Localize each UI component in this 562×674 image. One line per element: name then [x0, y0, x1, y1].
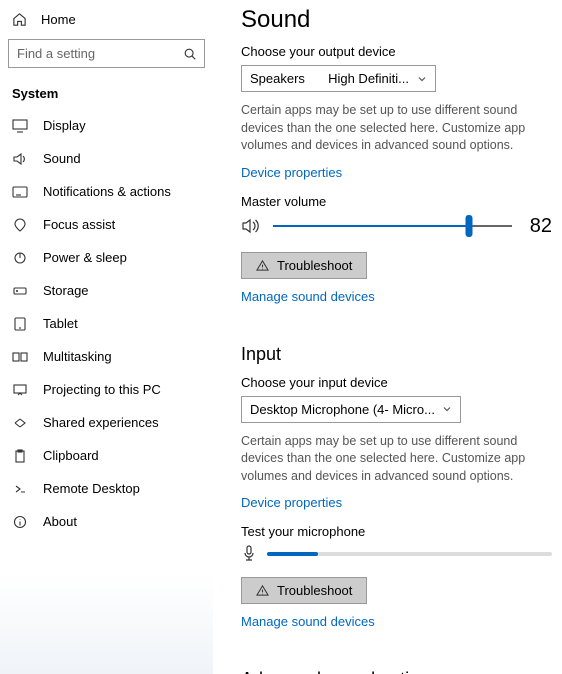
shared-icon — [12, 416, 28, 430]
home-icon — [12, 12, 27, 27]
sidebar: Home System Display Sound Notifications … — [0, 0, 213, 674]
chevron-down-icon — [442, 404, 452, 414]
input-troubleshoot-button[interactable]: Troubleshoot — [241, 577, 367, 604]
input-device-properties-link[interactable]: Device properties — [241, 495, 342, 510]
sidebar-item-about[interactable]: About — [8, 505, 205, 538]
sidebar-item-label: Sound — [43, 151, 81, 166]
sound-icon — [12, 152, 28, 166]
output-troubleshoot-button[interactable]: Troubleshoot — [241, 252, 367, 279]
clipboard-icon — [12, 449, 28, 463]
about-icon — [12, 515, 28, 529]
sidebar-item-power-sleep[interactable]: Power & sleep — [8, 241, 205, 274]
sidebar-item-label: Projecting to this PC — [43, 382, 161, 397]
search-input[interactable] — [8, 39, 205, 68]
input-choose-label: Choose your input device — [241, 375, 552, 390]
page-title: Sound — [241, 6, 552, 34]
button-label: Troubleshoot — [277, 583, 352, 598]
input-manage-link[interactable]: Manage sound devices — [241, 614, 375, 629]
sidebar-item-label: Shared experiences — [43, 415, 159, 430]
sidebar-item-label: Storage — [43, 283, 89, 298]
content-pane: Sound Choose your output device Speakers… — [213, 0, 562, 674]
master-volume-slider[interactable] — [273, 225, 512, 227]
input-description: Certain apps may be set up to use differ… — [241, 433, 552, 486]
output-choose-label: Choose your output device — [241, 44, 552, 59]
warning-icon — [256, 259, 269, 272]
sidebar-item-shared-experiences[interactable]: Shared experiences — [8, 406, 205, 439]
power-icon — [12, 251, 28, 265]
home-label: Home — [41, 12, 76, 27]
output-device-dropdown[interactable]: Speakers High Definiti... — [241, 65, 436, 92]
sidebar-item-display[interactable]: Display — [8, 109, 205, 142]
warning-icon — [256, 584, 269, 597]
projecting-icon — [12, 383, 28, 397]
sidebar-item-label: Tablet — [43, 316, 78, 331]
output-device-secondary: High Definiti... — [328, 71, 409, 86]
sidebar-item-multitasking[interactable]: Multitasking — [8, 340, 205, 373]
sidebar-item-remote-desktop[interactable]: Remote Desktop — [8, 472, 205, 505]
advanced-heading: Advanced sound options — [241, 669, 552, 674]
chevron-down-icon — [417, 74, 427, 84]
sidebar-item-label: Focus assist — [43, 217, 115, 232]
microphone-icon — [241, 545, 257, 563]
input-heading: Input — [241, 344, 552, 365]
sidebar-item-storage[interactable]: Storage — [8, 274, 205, 307]
sidebar-item-clipboard[interactable]: Clipboard — [8, 439, 205, 472]
sidebar-item-tablet[interactable]: Tablet — [8, 307, 205, 340]
master-volume-label: Master volume — [241, 194, 552, 209]
sidebar-item-projecting[interactable]: Projecting to this PC — [8, 373, 205, 406]
sidebar-section-header: System — [8, 82, 205, 109]
multitasking-icon — [12, 350, 28, 364]
focus-assist-icon — [12, 218, 28, 232]
remote-desktop-icon — [12, 482, 28, 496]
output-description: Certain apps may be set up to use differ… — [241, 102, 552, 155]
sidebar-item-label: Multitasking — [43, 349, 112, 364]
sidebar-item-notifications[interactable]: Notifications & actions — [8, 175, 205, 208]
home-link[interactable]: Home — [8, 8, 205, 35]
sidebar-item-label: Notifications & actions — [43, 184, 171, 199]
master-volume-value: 82 — [524, 215, 552, 238]
sidebar-item-focus-assist[interactable]: Focus assist — [8, 208, 205, 241]
notifications-icon — [12, 185, 28, 199]
input-device-value: Desktop Microphone (4- Micro... — [250, 402, 435, 417]
display-icon — [12, 119, 28, 133]
tablet-icon — [12, 317, 28, 331]
sidebar-item-sound[interactable]: Sound — [8, 142, 205, 175]
sidebar-item-label: Clipboard — [43, 448, 99, 463]
mic-level-bar — [267, 552, 552, 556]
sidebar-item-label: Display — [43, 118, 86, 133]
test-mic-label: Test your microphone — [241, 524, 552, 539]
output-manage-link[interactable]: Manage sound devices — [241, 289, 375, 304]
sidebar-item-label: Remote Desktop — [43, 481, 140, 496]
sidebar-item-label: About — [43, 514, 77, 529]
button-label: Troubleshoot — [277, 258, 352, 273]
output-device-properties-link[interactable]: Device properties — [241, 165, 342, 180]
output-device-primary: Speakers — [250, 71, 305, 86]
storage-icon — [12, 284, 28, 298]
search-container — [8, 39, 205, 68]
speaker-icon[interactable] — [241, 217, 261, 235]
sidebar-item-label: Power & sleep — [43, 250, 127, 265]
slider-thumb[interactable] — [465, 215, 472, 237]
input-device-dropdown[interactable]: Desktop Microphone (4- Micro... — [241, 396, 461, 423]
search-icon — [183, 47, 197, 61]
